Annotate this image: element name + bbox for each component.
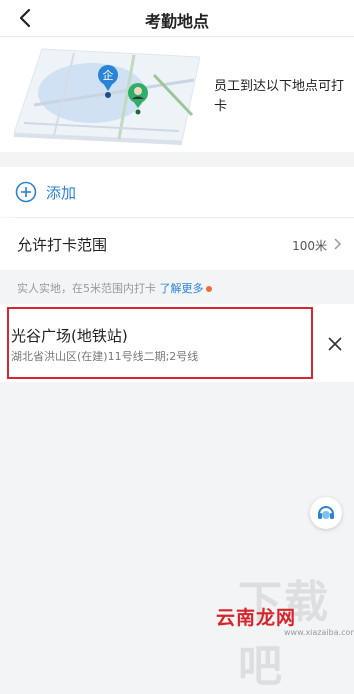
learn-more-link[interactable]: 了解更多 <box>160 282 204 295</box>
customer-service-button[interactable] <box>310 497 342 529</box>
plus-circle-icon <box>15 181 37 203</box>
new-dot-badge <box>205 286 212 292</box>
close-icon[interactable] <box>326 335 344 353</box>
location-name: 光谷广场(地铁站) <box>11 327 128 345</box>
add-location-button[interactable]: 添加 <box>0 167 354 217</box>
hint-label: 实人实地，在5米范围内打卡 <box>17 282 160 295</box>
location-item[interactable]: 光谷广场(地铁站) 湖北省洪山区(在建)11号线二期;2号线 <box>0 304 354 382</box>
watermark-brand: 云南龙网 <box>216 607 297 629</box>
banner: 企 员工到达以下地点可打卡 <box>0 37 354 152</box>
headset-icon <box>318 506 334 519</box>
punch-range-value: 100米 <box>292 239 327 253</box>
map-illustration: 企 <box>14 48 200 145</box>
add-label: 添加 <box>46 184 77 202</box>
banner-text: 员工到达以下地点可打卡 <box>214 79 345 114</box>
page-title: 考勤地点 <box>144 12 209 31</box>
watermark-url: www.xiazaiba.com <box>284 628 354 637</box>
location-address: 湖北省洪山区(在建)11号线二期;2号线 <box>11 350 199 363</box>
chevron-right-icon <box>334 238 342 250</box>
punch-range-row[interactable]: 允许打卡范围 100米 <box>0 218 354 270</box>
hint-text: 实人实地，在5米范围内打卡 了解更多 <box>17 280 212 296</box>
punch-range-label: 允许打卡范围 <box>17 236 108 254</box>
top-bar: 考勤地点 <box>0 0 354 37</box>
company-pin-label: 企 <box>103 68 114 82</box>
